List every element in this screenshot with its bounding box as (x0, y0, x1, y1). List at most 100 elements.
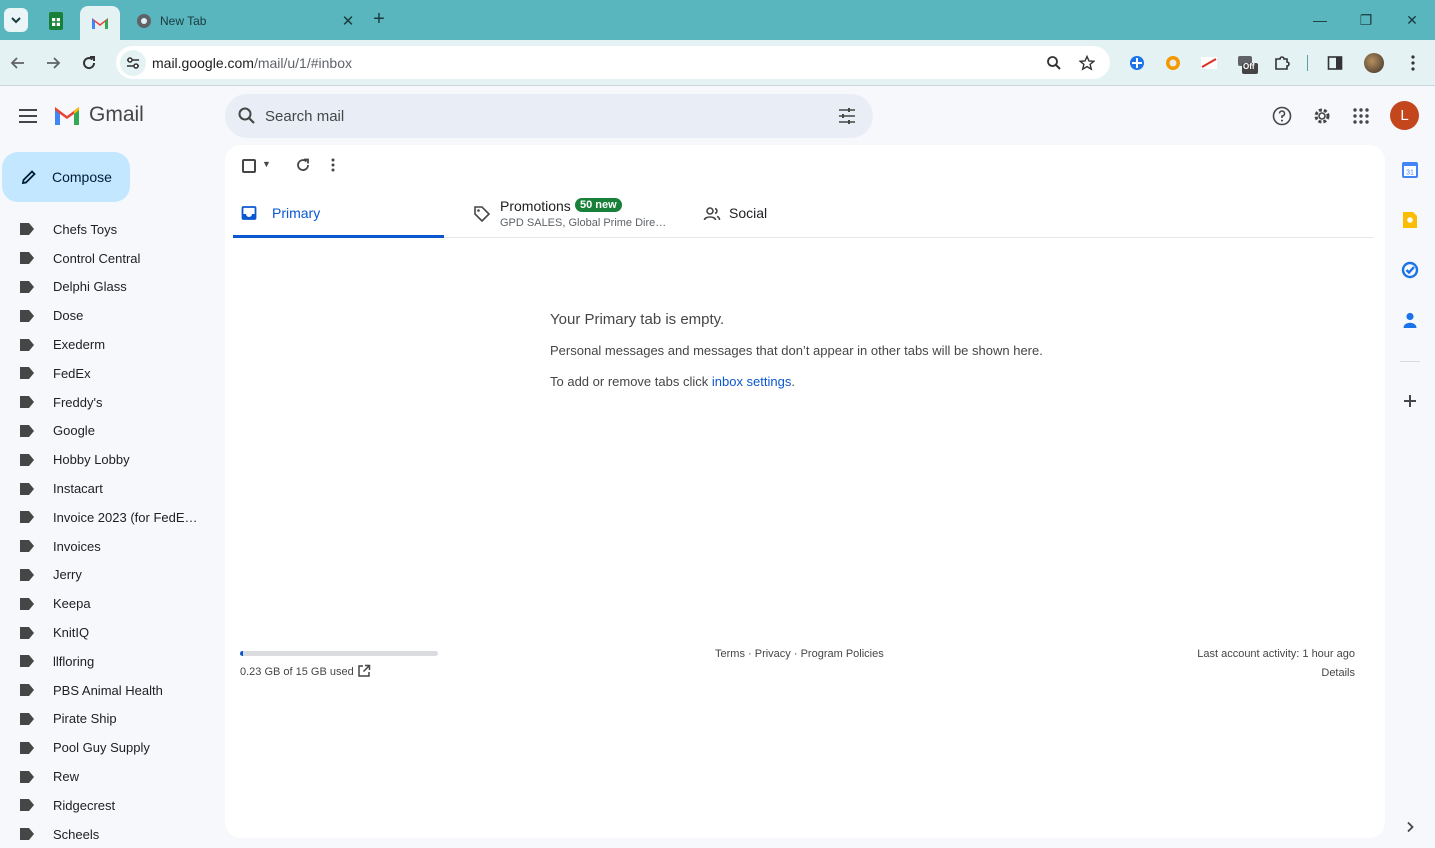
close-tab-icon[interactable]: ✕ (338, 12, 358, 30)
tab-search-button[interactable] (4, 8, 28, 32)
label-item[interactable]: Delphi Glass (0, 273, 225, 302)
label-item[interactable]: Keepa (0, 589, 225, 618)
tasks-button[interactable] (1399, 259, 1421, 281)
details-link[interactable]: Details (1197, 667, 1355, 679)
browser-tabstrip: New Tab ✕ + — ❐ ✕ (0, 0, 1435, 40)
browser-menu-button[interactable] (1402, 52, 1424, 74)
url-text[interactable]: mail.google.com/mail/u/1/#inbox (152, 55, 352, 71)
main-menu-button[interactable] (16, 104, 40, 128)
label-item[interactable]: Control Central (0, 244, 225, 273)
refresh-icon[interactable] (295, 157, 311, 173)
search-input[interactable]: Search mail (265, 108, 344, 125)
program-policies-link[interactable]: Program Policies (801, 648, 884, 660)
label-name: Exederm (53, 337, 106, 353)
gmail-logo[interactable]: Gmail (53, 103, 144, 127)
open-in-new-icon[interactable] (357, 664, 371, 678)
minimize-button[interactable]: — (1310, 10, 1330, 30)
label-icon (20, 540, 34, 553)
pinned-tab-sheets[interactable] (36, 6, 76, 36)
label-item[interactable]: KnitIQ (0, 618, 225, 647)
label-item[interactable]: Freddy's (0, 388, 225, 417)
label-item[interactable]: Jerry (0, 561, 225, 590)
label-item[interactable]: Pirate Ship (0, 705, 225, 734)
label-icon (20, 712, 34, 725)
google-apps-button[interactable] (1349, 104, 1373, 128)
side-panel-button[interactable] (1324, 52, 1346, 74)
calendar-icon: 31 (1402, 162, 1418, 178)
terms-link[interactable]: Terms (715, 648, 745, 660)
more-options-icon[interactable] (331, 157, 335, 173)
label-icon (20, 568, 34, 581)
browser-profile-avatar[interactable] (1364, 53, 1384, 73)
label-list: Chefs Toys Control Central Delphi Glass Dos… (0, 215, 225, 848)
chevron-right-icon (1407, 821, 1414, 833)
label-name: FedEx (53, 365, 91, 381)
back-button[interactable] (6, 51, 30, 75)
bookmark-button[interactable] (1077, 53, 1097, 73)
chrome-icon (137, 14, 151, 28)
label-item[interactable]: Pool Guy Supply (0, 733, 225, 762)
label-item[interactable]: Hobby Lobby (0, 445, 225, 474)
calendar-button[interactable]: 31 (1399, 159, 1421, 181)
label-item[interactable]: Google (0, 417, 225, 446)
label-item[interactable]: Invoice 2023 (for FedEx ... (0, 503, 225, 532)
label-item[interactable]: Dose (0, 301, 225, 330)
label-icon (20, 309, 34, 322)
search-bar[interactable]: Search mail (225, 94, 873, 138)
extensions-menu-button[interactable] (1271, 52, 1293, 74)
tag-icon (474, 206, 491, 223)
label-item[interactable]: Chefs Toys (0, 215, 225, 244)
support-button[interactable] (1270, 104, 1294, 128)
label-icon (20, 597, 34, 610)
label-name: Delphi Glass (53, 279, 127, 295)
tab-primary[interactable]: Primary (233, 189, 444, 238)
pinned-tab-gmail[interactable] (80, 6, 120, 40)
label-item[interactable]: Instacart (0, 474, 225, 503)
restore-button[interactable]: ❐ (1356, 10, 1376, 30)
select-all-checkbox[interactable] (242, 159, 256, 173)
show-side-panel-button[interactable] (1399, 816, 1421, 838)
get-addons-button[interactable] (1399, 390, 1421, 412)
label-item[interactable]: PBS Animal Health (0, 676, 225, 705)
tab-promotions[interactable]: Promotions 50 new GPD SALES, Global Prim… (465, 189, 685, 238)
label-item[interactable]: Invoices (0, 532, 225, 561)
extension-blue-button[interactable] (1126, 52, 1148, 74)
hamburger-icon (19, 109, 37, 123)
extension-redlogo-button[interactable] (1198, 52, 1220, 74)
search-options-icon[interactable] (837, 106, 857, 126)
people-icon (703, 207, 721, 221)
inbox-settings-link[interactable]: inbox settings (712, 374, 792, 389)
search-icon[interactable] (237, 106, 257, 126)
extension-orange-button[interactable] (1162, 52, 1184, 74)
label-item[interactable]: Rew (0, 762, 225, 791)
label-name: PBS Animal Health (53, 682, 163, 698)
close-window-button[interactable]: ✕ (1402, 10, 1422, 30)
label-item[interactable]: llfloring (0, 647, 225, 676)
address-bar[interactable]: mail.google.com/mail/u/1/#inbox (116, 46, 1110, 79)
label-item[interactable]: Scheels (0, 820, 225, 848)
privacy-link[interactable]: Privacy (755, 648, 791, 660)
new-tab-button[interactable]: + (368, 8, 390, 30)
compose-button[interactable]: Compose (2, 152, 130, 202)
label-item[interactable]: Exederm (0, 330, 225, 359)
settings-button[interactable] (1310, 104, 1334, 128)
reload-button[interactable] (77, 51, 101, 75)
label-item[interactable]: Ridgecrest (0, 791, 225, 820)
extensions-puzzle-icon (1275, 56, 1290, 70)
zoom-button[interactable] (1044, 53, 1064, 73)
arrow-left-icon (10, 57, 24, 69)
keep-button[interactable] (1399, 209, 1421, 231)
label-item[interactable]: FedEx (0, 359, 225, 388)
tab-new-tab[interactable]: New Tab ✕ (124, 6, 358, 36)
select-menu-caret-icon[interactable]: ▼ (262, 159, 271, 169)
tab-social[interactable]: Social (695, 189, 915, 238)
site-info-button[interactable] (120, 50, 146, 76)
extension-off-button[interactable]: Off (1236, 52, 1258, 74)
account-avatar[interactable]: L (1390, 101, 1419, 130)
forward-button[interactable] (41, 51, 65, 75)
apps-grid-icon (1353, 108, 1369, 124)
contacts-button[interactable] (1399, 309, 1421, 331)
storage-meter (240, 651, 438, 656)
side-panel-divider (1400, 361, 1420, 362)
tab-social-label: Social (729, 205, 768, 221)
